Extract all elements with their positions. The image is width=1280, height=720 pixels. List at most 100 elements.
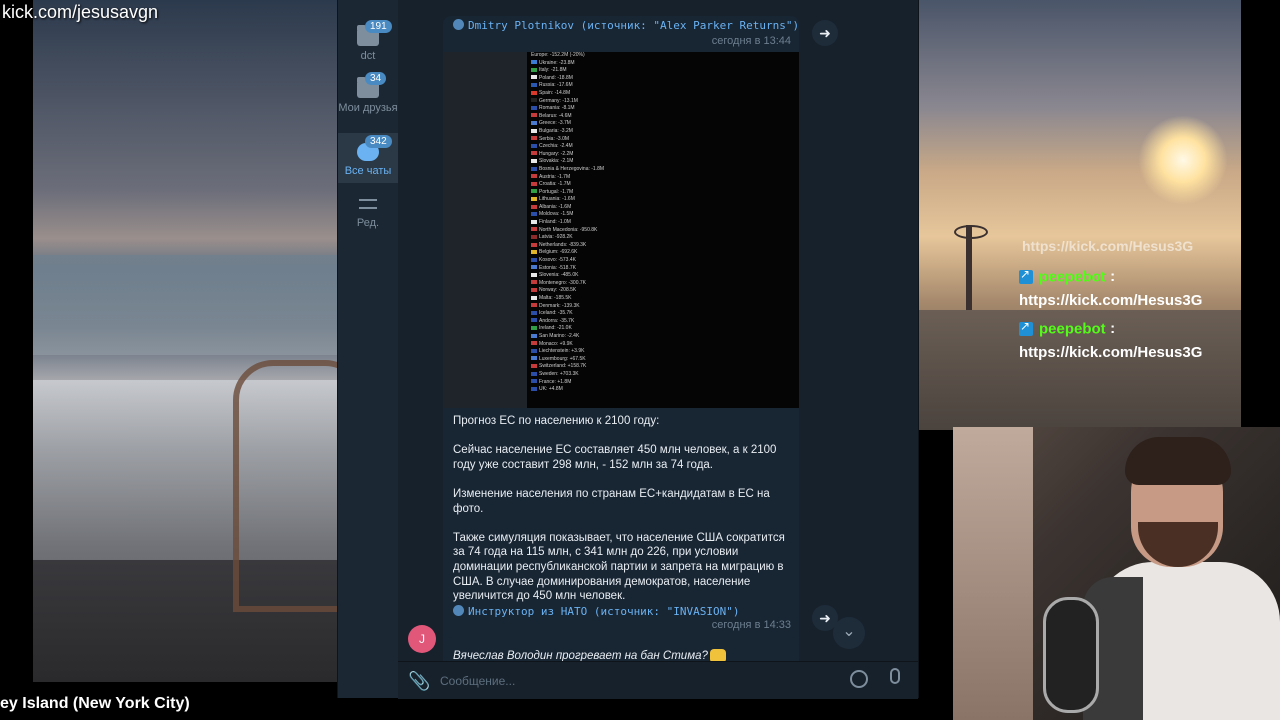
- flag-icon: [531, 257, 537, 262]
- population-row: Bulgaria: -3.2M: [531, 128, 621, 136]
- flag-icon: [531, 136, 537, 141]
- population-row: Sweden: +703.3K: [531, 371, 621, 379]
- scroll-down-button[interactable]: ⌄: [833, 617, 865, 649]
- message-photo[interactable]: Europe: -152.2M (-20%) Ukraine: -23.8M It…: [443, 52, 799, 408]
- person-icon: [453, 605, 464, 616]
- population-row: Estonia: -518.7K: [531, 265, 621, 273]
- message-time: сегодня в 13:44: [711, 35, 791, 47]
- telegram-window: 191 dct 34 Мои друзья 342 Все чаты Ред. …: [337, 0, 919, 699]
- message-bubble: Dmitry Plotnikov (источник: "Alex Parker…: [443, 16, 799, 661]
- sun: [1138, 115, 1228, 205]
- population-row: Finland: -1.0M: [531, 219, 621, 227]
- kick-badge-icon: [1019, 267, 1033, 284]
- population-row: Ukraine: -23.8M: [531, 60, 621, 68]
- chat-text: https://kick.com/Hesus3G: [1019, 292, 1203, 309]
- black-bar-left: [0, 0, 33, 682]
- folder-edit[interactable]: Ред.: [338, 195, 398, 235]
- paragraph: Сейчас население ЕС составляет 450 млн ч…: [453, 444, 777, 471]
- share-button[interactable]: ➜: [812, 20, 838, 46]
- population-row: Denmark: -139.3K: [531, 303, 621, 311]
- flag-icon: [531, 174, 537, 179]
- flag-icon: [531, 348, 537, 353]
- population-row: Slovakia: -2.1M: [531, 158, 621, 166]
- share-arrow-icon: ➜: [819, 25, 831, 41]
- flag-icon: [531, 128, 537, 133]
- flag-icon: [531, 371, 537, 376]
- folder-dct[interactable]: 191 dct: [338, 20, 398, 68]
- chat-partial-message: https://kick.com/Hesus3G: [1022, 238, 1194, 254]
- population-row: Serbia: -3.0M: [531, 136, 621, 144]
- population-row: Malta: -185.5K: [531, 295, 621, 303]
- flag-icon: [531, 75, 537, 80]
- kick-badge-icon: [1019, 319, 1033, 336]
- flag-icon: [531, 90, 537, 95]
- chevron-down-icon: ⌄: [842, 623, 856, 640]
- emoji-icon[interactable]: [850, 670, 868, 688]
- folder-label: Ред.: [356, 217, 380, 229]
- paragraph: Прогноз ЕС по населению к 2100 году:: [453, 415, 660, 427]
- population-row: Liechtenstein: +3.9K: [531, 348, 621, 356]
- population-row: France: +1.8M: [531, 379, 621, 387]
- population-row: Slovenia: -485.0K: [531, 272, 621, 280]
- flag-icon: [531, 341, 537, 346]
- message-composer: 📎: [398, 661, 918, 699]
- flag-icon: [531, 379, 537, 384]
- population-row: Romania: -8.1M: [531, 105, 621, 113]
- forwarded-from[interactable]: Dmitry Plotnikov (источник: "Alex Parker…: [453, 19, 799, 32]
- flag-icon: [531, 181, 537, 186]
- location-caption: ey Island (New York City): [0, 695, 190, 712]
- population-row: Belarus: -4.6M: [531, 113, 621, 121]
- location-caption-bar: ey Island (New York City): [0, 682, 340, 720]
- message-text: Прогноз ЕС по населению к 2100 году: Сей…: [453, 414, 793, 618]
- message-time: сегодня в 14:33: [711, 619, 791, 631]
- population-row: Ireland: -21.0K: [531, 325, 621, 333]
- population-row: Luxembourg: +67.5K: [531, 356, 621, 364]
- population-row: Greece: -3.7M: [531, 120, 621, 128]
- unread-badge: 342: [365, 135, 392, 148]
- flag-icon: [531, 151, 537, 156]
- stream-url: kick.com/jesusavgn: [2, 2, 159, 22]
- flag-icon: [531, 310, 537, 315]
- attach-icon[interactable]: 📎: [408, 671, 430, 692]
- population-chart-image: Europe: -152.2M (-20%) Ukraine: -23.8M It…: [527, 52, 799, 408]
- unread-badge: 191: [365, 20, 392, 33]
- flag-icon: [531, 212, 537, 217]
- population-row: Germany: -13.1M: [531, 98, 621, 106]
- flag-icon: [531, 234, 537, 239]
- flag-icon: [531, 272, 537, 277]
- message-bubble: Вячеслав Володин прогревает на бан Стима…: [443, 637, 799, 661]
- folder-all-chats[interactable]: 342 Все чаты: [338, 133, 398, 183]
- population-rows: Europe: -152.2M (-20%) Ukraine: -23.8M It…: [531, 52, 621, 394]
- flag-icon: [531, 356, 537, 361]
- population-row: Norway: -208.5K: [531, 287, 621, 295]
- share-arrow-icon: ➜: [819, 610, 831, 626]
- flag-icon: [531, 204, 537, 209]
- flag-icon: [531, 386, 537, 391]
- flag-icon: [531, 121, 537, 126]
- population-row: Netherlands: -839.3K: [531, 242, 621, 250]
- streamer-webcam: [953, 427, 1280, 720]
- flag-icon: [531, 295, 537, 300]
- folder-my-friends[interactable]: 34 Мои друзья: [338, 72, 398, 130]
- microphone-icon[interactable]: [890, 668, 900, 684]
- forwarded-from[interactable]: Инструктор из НАТО (источник: "INVASION"…: [453, 605, 740, 618]
- population-row: Lithuania: -1.6M: [531, 196, 621, 204]
- population-row: Albania: -1.6M: [531, 204, 621, 212]
- message-list[interactable]: Dmitry Plotnikov (источник: "Alex Parker…: [398, 16, 918, 661]
- population-row: Iceland: -35.7K: [531, 310, 621, 318]
- message-input[interactable]: [438, 670, 842, 692]
- population-row: Poland: -18.8M: [531, 75, 621, 83]
- flag-icon: [531, 196, 537, 201]
- parachute-jump-tower: [954, 225, 988, 320]
- edit-folders-icon: [357, 195, 379, 213]
- black-bar-right: [1241, 0, 1280, 430]
- flag-icon: [531, 303, 537, 308]
- population-row: Bosnia & Herzegovina: -1.8M: [531, 166, 621, 174]
- avatar[interactable]: J: [408, 625, 436, 653]
- flag-icon: [531, 158, 537, 163]
- population-row: Hungary: -2.2M: [531, 151, 621, 159]
- flag-icon: [531, 219, 537, 224]
- flag-icon: [531, 265, 537, 270]
- paragraph: Изменение населения по странам ЕС+кандид…: [453, 487, 770, 515]
- population-row: Kosovo: -573.4K: [531, 257, 621, 265]
